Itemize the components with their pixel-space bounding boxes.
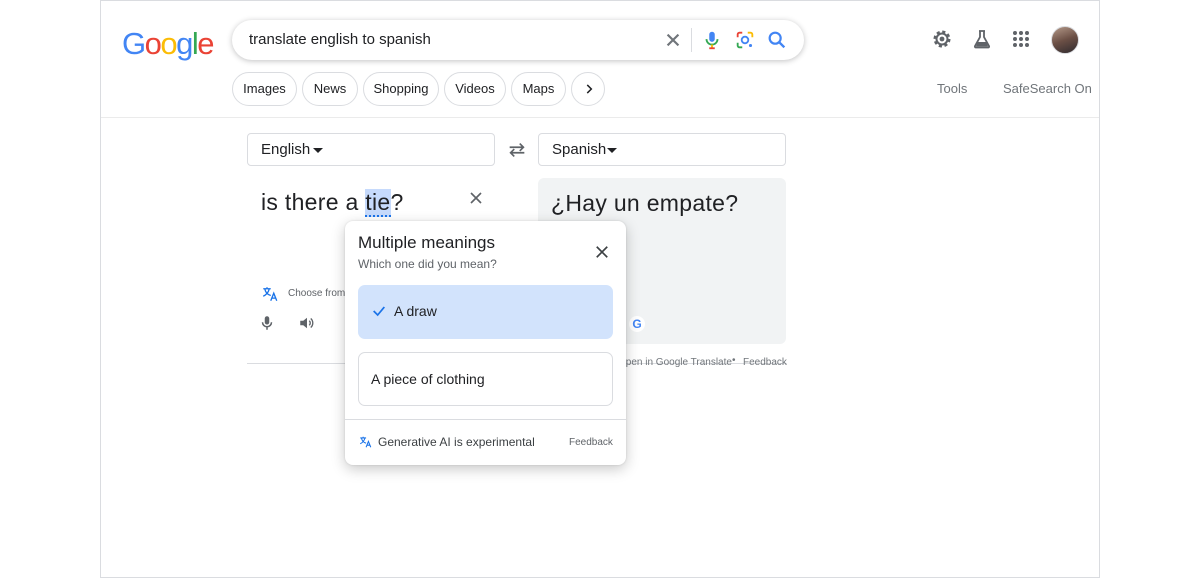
speaker-icon[interactable]: [297, 314, 317, 332]
popup-divider: [345, 419, 626, 420]
grid-icon[interactable]: [1009, 27, 1033, 51]
source-text-before: is there a: [261, 189, 366, 215]
mic-icon[interactable]: [701, 29, 723, 51]
chip-more[interactable]: [571, 72, 605, 106]
chip-news[interactable]: News: [302, 72, 358, 106]
open-in-translate-link[interactable]: Open in Google Translate: [618, 357, 732, 368]
feedback-link[interactable]: Feedback: [743, 357, 787, 368]
check-icon: [373, 306, 385, 317]
meaning-option-draw[interactable]: A draw: [358, 285, 613, 339]
google-g-icon: G: [629, 316, 645, 332]
avatar[interactable]: [1051, 26, 1079, 54]
chip-maps[interactable]: Maps: [511, 72, 566, 106]
meaning-option-clothing[interactable]: A piece of clothing: [358, 352, 613, 406]
close-icon[interactable]: [593, 243, 611, 261]
search-input[interactable]: translate english to spanish: [249, 31, 431, 48]
popup-feedback-link[interactable]: Feedback: [569, 437, 613, 448]
search-icon[interactable]: [766, 29, 788, 51]
translation-text: ¿Hay un empate?: [551, 190, 739, 216]
header-divider: [101, 117, 1099, 118]
ai-disclaimer: Generative AI is experimental: [378, 435, 535, 449]
logo-letter: G: [122, 26, 146, 61]
close-icon[interactable]: [660, 27, 686, 53]
option-label: A piece of clothing: [371, 371, 485, 387]
close-icon[interactable]: [466, 188, 486, 208]
ambiguous-word[interactable]: tie: [365, 189, 391, 217]
search-box[interactable]: translate english to spanish: [232, 20, 804, 60]
google-logo[interactable]: Google: [122, 26, 214, 62]
translate-ai-icon: [262, 287, 278, 302]
footer-separator: •: [732, 355, 736, 366]
multiple-meanings-popup: Multiple meanings Which one did you mean…: [345, 221, 626, 465]
popup-subtitle: Which one did you mean?: [358, 257, 497, 271]
popup-title: Multiple meanings: [358, 233, 496, 252]
logo-letter: o: [160, 26, 177, 61]
gear-icon[interactable]: [930, 27, 954, 51]
swap-languages-icon[interactable]: [506, 139, 528, 161]
option-label: A draw: [394, 303, 437, 319]
source-language-label: English: [261, 141, 311, 158]
chip-images[interactable]: Images: [232, 72, 297, 106]
source-text[interactable]: is there a tie?: [261, 189, 404, 217]
camera-lens-icon[interactable]: [734, 29, 756, 51]
source-text-after: ?: [390, 189, 404, 215]
mic-icon[interactable]: [258, 313, 276, 333]
logo-letter: e: [197, 26, 214, 61]
target-language-label: Spanish: [552, 141, 607, 158]
translate-ai-icon: [360, 436, 372, 448]
safesearch-button[interactable]: SafeSearch On: [1003, 81, 1092, 96]
choose-from-label: Choose from: [288, 288, 346, 299]
search-divider: [691, 28, 692, 52]
tools-button[interactable]: Tools: [937, 81, 967, 96]
chevron-right-icon: [586, 84, 593, 94]
logo-letter: o: [144, 26, 162, 61]
chip-videos[interactable]: Videos: [444, 72, 506, 106]
caret-down-icon: [607, 148, 617, 153]
flask-icon[interactable]: [970, 27, 994, 51]
target-language-select[interactable]: Spanish: [538, 133, 786, 166]
caret-down-icon: [313, 148, 323, 153]
logo-letter: g: [176, 26, 193, 61]
chip-shopping[interactable]: Shopping: [363, 72, 439, 106]
source-language-select[interactable]: English: [247, 133, 495, 166]
